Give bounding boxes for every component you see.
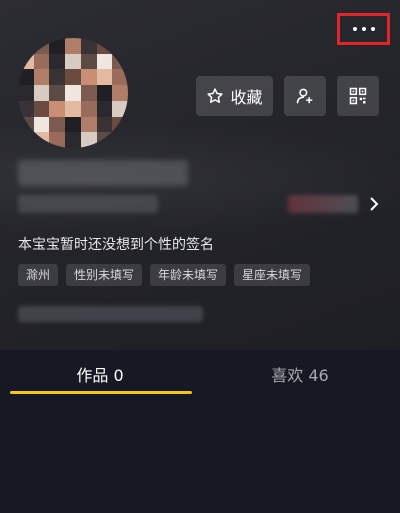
avatar-mosaic-cell: [65, 53, 81, 70]
avatar-mosaic-cell: [33, 85, 50, 101]
more-dots-icon: [352, 27, 357, 31]
chevron-right-icon[interactable]: [368, 197, 380, 211]
avatar-mosaic-cell: [18, 85, 34, 101]
avatar-mosaic-cell: [65, 69, 81, 86]
avatar-mosaic-cell: [65, 100, 81, 117]
profile-link-blurred[interactable]: [288, 195, 358, 213]
avatar-mosaic-cell: [112, 85, 128, 101]
avatar[interactable]: [18, 38, 128, 148]
avatar-mosaic-cell: [65, 38, 81, 54]
profile-tags: 滁州 性别未填写 年龄未填写 星座未填写: [18, 264, 311, 286]
avatar-mosaic-cell: [65, 116, 81, 133]
add-friend-button[interactable]: [284, 76, 326, 116]
tab-likes[interactable]: 喜欢 46: [200, 350, 400, 398]
avatar-mosaic-cell: [65, 85, 81, 101]
avatar-mosaic-cell: [80, 69, 97, 86]
avatar-mosaic-cell: [96, 100, 113, 117]
more-options-button[interactable]: [337, 13, 390, 45]
qr-code-icon: [349, 87, 367, 105]
avatar-mosaic-cell: [33, 53, 50, 70]
avatar-mosaic-cell: [49, 85, 66, 101]
avatar-mosaic-cell: [80, 85, 97, 101]
user-id-blurred: [18, 195, 158, 213]
favorite-button[interactable]: 收藏: [196, 76, 273, 116]
tag-zodiac: 星座未填写: [234, 264, 311, 286]
tag-gender: 性别未填写: [66, 264, 143, 286]
avatar-mosaic-cell: [33, 116, 50, 133]
avatar-mosaic-cell: [80, 53, 97, 70]
profile-signature: 本宝宝暂时还没想到个性的签名: [18, 237, 214, 253]
tag-age: 年龄未填写: [150, 264, 227, 286]
avatar-mosaic-cell: [49, 53, 66, 70]
avatar-mosaic-cell: [96, 69, 113, 86]
active-tab-indicator: [10, 391, 192, 394]
avatar-mosaic-cell: [96, 85, 113, 101]
avatar-mosaic-cell: [33, 69, 50, 86]
avatar-mosaic-cell: [80, 116, 97, 133]
avatar-mosaic-cell: [49, 116, 66, 133]
extra-info-blurred: [18, 306, 203, 322]
add-user-icon: [296, 88, 313, 104]
more-dot: [361, 27, 366, 31]
avatar-mosaic-cell: [96, 116, 113, 133]
avatar-mosaic-cell: [80, 100, 97, 117]
favorite-label: 收藏: [230, 88, 263, 107]
qr-code-button[interactable]: [337, 76, 379, 116]
avatar-mosaic-cell: [49, 69, 66, 86]
avatar-mosaic-cell: [33, 100, 50, 117]
avatar-mosaic-cell: [65, 132, 81, 148]
more-dot: [370, 27, 375, 31]
tag-location: 滁州: [18, 264, 59, 286]
star-icon: [207, 88, 224, 103]
avatar-mosaic-cell: [96, 53, 113, 70]
username-blurred: [18, 160, 188, 186]
avatar-mosaic-cell: [49, 100, 66, 117]
